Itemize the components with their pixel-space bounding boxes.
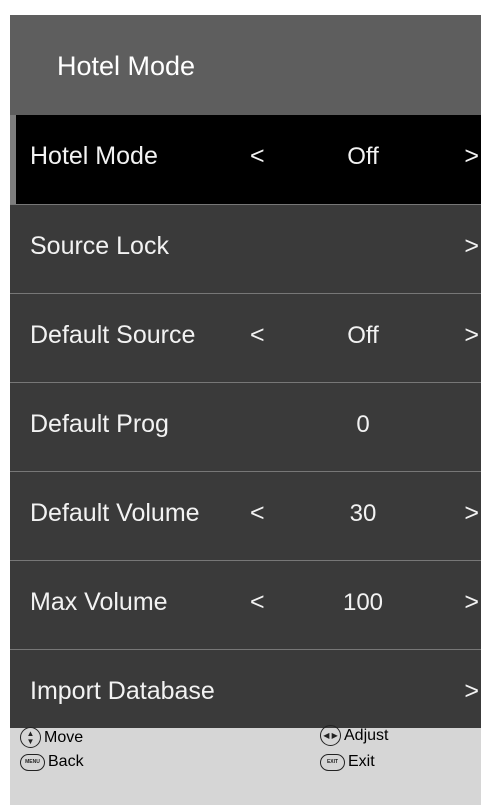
menu-item-max-volume[interactable]: Max Volume < 100 > [10, 560, 481, 649]
menu-item-hotel-mode[interactable]: Hotel Mode < Off > [10, 115, 481, 204]
menu-list: Hotel Mode < Off > Source Lock > Default… [10, 115, 481, 738]
hint-exit-label: Exit [348, 753, 375, 770]
left-arrow-icon[interactable]: < [250, 588, 265, 617]
menu-item-value: 0 [356, 411, 370, 438]
menu-item-import-database[interactable]: Import Database > [10, 649, 481, 738]
right-arrow-icon[interactable]: > [464, 499, 479, 528]
hint-back: MENU Back [20, 753, 84, 771]
left-right-key-icon: ◀ ▶ [320, 725, 341, 746]
menu-item-default-source[interactable]: Default Source < Off > [10, 293, 481, 382]
menu-item-label: Hotel Mode [30, 142, 158, 170]
left-arrow-icon[interactable]: < [250, 321, 265, 350]
right-arrow-icon[interactable]: > [464, 588, 479, 617]
menu-item-default-volume[interactable]: Default Volume < 30 > [10, 471, 481, 560]
hint-back-label: Back [48, 753, 84, 770]
menu-item-default-prog[interactable]: Default Prog 0 [10, 382, 481, 471]
hotel-mode-menu: Hotel Mode Hotel Mode < Off > Source Loc… [10, 15, 481, 805]
menu-item-label: Import Database [30, 677, 215, 705]
exit-key-icon: EXIT [320, 753, 345, 771]
menu-item-source-lock[interactable]: Source Lock > [10, 204, 481, 293]
menu-item-label: Default Prog [30, 410, 169, 438]
menu-item-label: Default Source [30, 321, 196, 349]
hint-adjust-label: Adjust [344, 726, 389, 744]
menu-header: Hotel Mode [10, 15, 481, 115]
left-arrow-icon[interactable]: < [250, 142, 265, 171]
hint-move: ▲ ▼ Move [20, 727, 83, 748]
menu-key-icon: MENU [20, 753, 45, 771]
up-down-key-icon: ▲ ▼ [20, 727, 41, 748]
menu-item-label: Source Lock [30, 232, 169, 260]
menu-item-value: Off [347, 143, 379, 170]
menu-item-label: Default Volume [30, 499, 200, 527]
right-arrow-icon[interactable]: > [464, 321, 479, 350]
right-arrow-icon[interactable]: > [464, 232, 479, 261]
menu-item-value: Off [347, 322, 379, 349]
left-arrow-icon[interactable]: < [250, 499, 265, 528]
menu-title: Hotel Mode [57, 51, 196, 81]
hint-exit: EXIT Exit [320, 753, 375, 771]
hint-adjust: ◀ ▶ Adjust [320, 725, 388, 746]
menu-item-value: 30 [349, 500, 377, 527]
right-arrow-icon[interactable]: > [464, 142, 479, 171]
menu-item-value: 100 [342, 589, 384, 616]
right-arrow-icon[interactable]: > [464, 677, 479, 706]
menu-item-label: Max Volume [30, 588, 168, 616]
hint-move-label: Move [44, 728, 84, 746]
